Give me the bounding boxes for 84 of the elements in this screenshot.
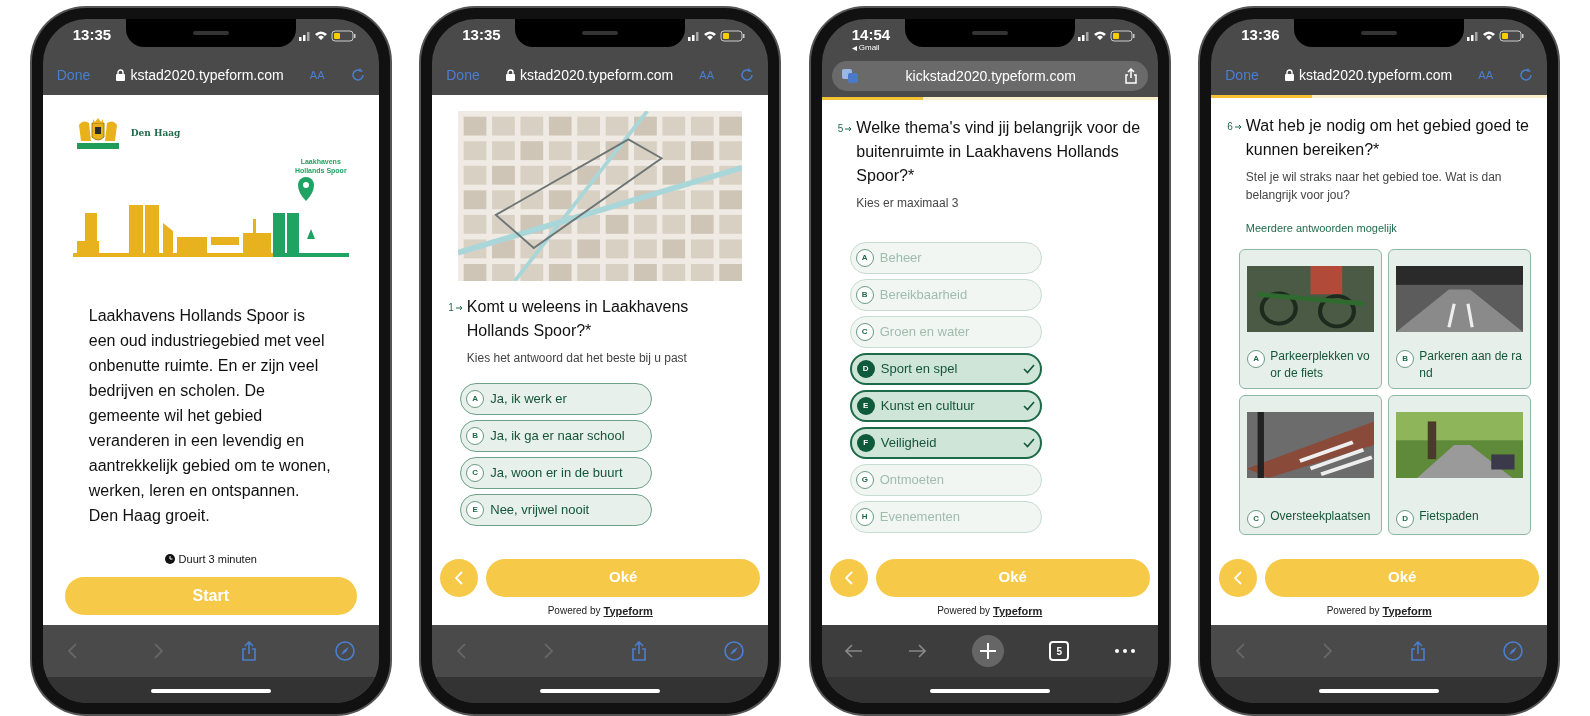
share-icon[interactable] — [241, 641, 258, 661]
question-number: 1 — [448, 301, 454, 315]
share-icon[interactable] — [630, 641, 647, 661]
multiple-answers-note: Meerdere antwoorden mogelijk — [1245, 221, 1398, 236]
compass-icon[interactable] — [724, 641, 745, 661]
check-icon — [1022, 364, 1035, 374]
answer-card[interactable]: D Fietspaden — [1388, 394, 1532, 535]
answer-card[interactable]: C Oversteekplaatsen — [1239, 394, 1383, 535]
back-chevron-icon[interactable] — [456, 643, 467, 659]
forward-arrow-icon[interactable] — [908, 644, 927, 658]
share-icon[interactable] — [1123, 68, 1138, 84]
status-time: 13:36 — [1241, 27, 1280, 42]
check-icon — [1022, 438, 1035, 448]
reload-icon[interactable] — [740, 68, 755, 82]
typeform-link[interactable]: Typeform — [993, 602, 1043, 619]
url-text: kstad2020.typeform.com — [130, 65, 284, 85]
triangle-icon — [851, 45, 857, 51]
forward-chevron-icon[interactable] — [1322, 643, 1333, 659]
chevron-left-icon — [1234, 570, 1243, 585]
tab-count-button[interactable]: 5 — [1049, 641, 1070, 661]
answer-option[interactable]: B Ja, ik ga er naar school — [460, 420, 653, 452]
share-icon[interactable] — [1409, 641, 1426, 661]
powered-by-text: Powered by — [1326, 604, 1380, 619]
arrow-icon — [845, 125, 853, 132]
typeform-link[interactable]: Typeform — [1382, 602, 1432, 619]
back-button[interactable] — [440, 558, 479, 597]
back-chevron-icon[interactable] — [1235, 643, 1246, 659]
answer-option[interactable]: E Nee, vrijwel nooit — [460, 494, 653, 526]
reload-icon[interactable] — [350, 68, 365, 82]
check-icon — [1022, 401, 1035, 411]
question-text: Welke thema's vind jij belangrijk voor de buitenruimte in Laakhavens Hollands Spoor?* — [856, 118, 1142, 186]
chevron-left-icon — [844, 570, 853, 585]
back-to-app-link[interactable]: Gmail — [851, 44, 891, 52]
answer-option[interactable]: D Sport en spel — [849, 353, 1042, 385]
question-hint: Stel je wil straks naar het gebied toe. Wat is dan belangrijk voor jou? — [1245, 169, 1503, 204]
answer-option[interactable]: F Veiligheid — [849, 427, 1042, 459]
chevron-left-icon — [455, 570, 464, 585]
status-time: 13:35 — [462, 27, 501, 42]
intro-paragraph: Laakhavens Hollands Spoor is een oud industriegebied met veel onbenutte ruimte. En er zijn veel bedrijven en scholen. De gemeente wil het gebied veranderen in een levendig en aantrekkelijk gebied om te wonen, werken, leren en ontspannen. Den Haag groeit. — [87, 306, 332, 526]
url-text: kstad2020.typeform.com — [1298, 65, 1453, 85]
question-hint: Kies het antwoord dat het beste bij u past — [466, 350, 688, 367]
answer-card[interactable]: A Parkeerplekken voor de fiets — [1239, 248, 1383, 389]
answer-option[interactable]: A Ja, ik werk er — [460, 383, 653, 415]
question-hint: Kies er maximaal 3 — [856, 195, 960, 212]
duration-text: Duurt 3 minuten — [178, 551, 257, 567]
url-text: kickstad2020.typeform.com — [905, 66, 1076, 86]
compass-icon[interactable] — [1503, 641, 1524, 661]
question-text: Komt u weleens in Laakhavens Hollands Spoor?* — [466, 297, 690, 341]
compass-icon[interactable] — [334, 641, 355, 661]
status-icons — [1077, 30, 1136, 42]
answer-option[interactable]: E Kunst en cultuur — [849, 390, 1042, 422]
back-button[interactable] — [1219, 558, 1258, 597]
new-tab-button[interactable] — [971, 635, 1004, 667]
answer-option[interactable]: C Ja, woon er in de buurt — [460, 457, 653, 489]
address-bar[interactable]: kickstad2020.typeform.com — [831, 61, 1148, 91]
more-icon[interactable] — [1114, 649, 1135, 653]
status-time: 13:35 — [72, 27, 112, 42]
back-chevron-icon[interactable] — [66, 643, 77, 659]
status-icons — [298, 30, 357, 42]
question-number: 6 — [1227, 120, 1233, 134]
reload-icon[interactable] — [1519, 68, 1534, 82]
typeform-link[interactable]: Typeform — [603, 602, 653, 619]
forward-chevron-icon[interactable] — [154, 643, 165, 659]
question-number: 5 — [837, 122, 844, 136]
powered-by-text: Powered by — [547, 604, 601, 619]
arrow-icon — [455, 304, 463, 311]
back-button[interactable] — [829, 558, 868, 597]
arrow-icon — [1234, 123, 1242, 130]
clock-icon — [164, 553, 175, 564]
logo-text: Den Haag — [130, 127, 181, 141]
lock-icon — [116, 69, 126, 81]
lock-icon — [505, 69, 515, 81]
lock-icon — [1284, 69, 1294, 81]
question-text: Wat heb je nodig om het gebied goed te kunnen bereiken?* — [1245, 116, 1530, 160]
status-icons — [688, 30, 747, 42]
forward-chevron-icon[interactable] — [543, 643, 554, 659]
crest-icon — [74, 117, 121, 151]
status-time: 14:54 — [851, 27, 891, 42]
translate-icon[interactable] — [841, 69, 858, 83]
powered-by-text: Powered by — [937, 604, 990, 619]
answer-card[interactable]: B Parkeren aan de rand — [1388, 248, 1532, 389]
url-text: kstad2020.typeform.com — [519, 65, 674, 85]
status-icons — [1467, 30, 1526, 42]
back-arrow-icon[interactable] — [844, 644, 863, 658]
